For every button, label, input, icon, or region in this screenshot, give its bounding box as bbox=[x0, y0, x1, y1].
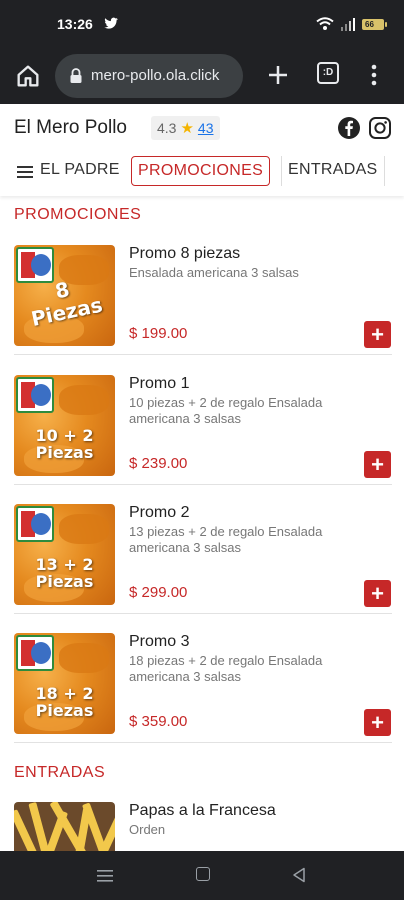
image-text: 13 + 2 bbox=[35, 555, 94, 574]
product-card[interactable]: Papas a la Francesa Orden bbox=[14, 802, 392, 851]
battery-icon: 66 bbox=[362, 18, 387, 30]
product-name: Promo 1 bbox=[129, 375, 190, 392]
hamburger-icon[interactable] bbox=[17, 166, 33, 178]
site-header: El Mero Pollo 4.3 ★ 43 EL PADRE PROMOCIO… bbox=[0, 104, 404, 196]
star-icon: ★ bbox=[180, 120, 194, 137]
product-description: 10 piezas + 2 de regalo Ensalada america… bbox=[129, 395, 323, 426]
brand-logo bbox=[16, 377, 54, 413]
browser-toolbar: mero-pollo.ola.click :D bbox=[0, 48, 404, 104]
facebook-icon[interactable] bbox=[337, 116, 361, 140]
new-tab-plus-icon[interactable] bbox=[263, 60, 293, 90]
brand-logo bbox=[16, 506, 54, 542]
image-text: Piezas bbox=[35, 701, 94, 720]
image-text: 18 + 2 bbox=[35, 684, 94, 703]
add-to-cart-button[interactable]: + bbox=[364, 451, 391, 478]
section-title-entradas: ENTRADAS bbox=[14, 764, 106, 781]
product-image: 18 + 2 Piezas bbox=[14, 633, 115, 734]
rating-count[interactable]: 43 bbox=[198, 120, 214, 136]
product-name: Promo 2 bbox=[129, 504, 190, 521]
product-card[interactable]: 10 + 2 Piezas Promo 1 10 piezas + 2 de r… bbox=[14, 375, 392, 485]
address-bar[interactable]: mero-pollo.ola.click bbox=[55, 54, 243, 98]
system-nav-bar bbox=[0, 851, 404, 900]
product-name: Promo 3 bbox=[129, 633, 190, 650]
product-card[interactable]: 18 + 2 Piezas Promo 3 18 piezas + 2 de r… bbox=[14, 633, 392, 743]
overflow-menu-icon[interactable] bbox=[364, 60, 384, 90]
product-price: $ 199.00 bbox=[129, 325, 188, 342]
tab-el-padre[interactable]: EL PADRE bbox=[40, 156, 120, 186]
image-text: Piezas bbox=[35, 572, 94, 591]
product-description: Orden bbox=[129, 822, 166, 837]
add-to-cart-button[interactable]: + bbox=[364, 321, 391, 348]
back-icon[interactable] bbox=[292, 867, 306, 883]
site-name: El Mero Pollo bbox=[14, 117, 127, 138]
product-price: $ 359.00 bbox=[129, 713, 188, 730]
product-image: 10 + 2 Piezas bbox=[14, 375, 115, 476]
product-price: $ 239.00 bbox=[129, 455, 188, 472]
status-bar: 13:26 66 bbox=[0, 0, 404, 48]
image-text: Piezas bbox=[35, 443, 94, 462]
rating-value: 4.3 bbox=[157, 120, 177, 136]
image-text: 10 + 2 bbox=[35, 426, 94, 445]
product-card[interactable]: 8 Piezas Promo 8 piezas Ensalada america… bbox=[14, 245, 392, 355]
home-icon[interactable] bbox=[14, 62, 42, 90]
instagram-icon[interactable] bbox=[368, 116, 392, 140]
home-nav-icon[interactable] bbox=[196, 867, 210, 881]
recents-icon[interactable] bbox=[97, 869, 113, 883]
product-image: 8 Piezas bbox=[14, 245, 115, 346]
lock-icon bbox=[70, 68, 82, 83]
add-to-cart-button[interactable]: + bbox=[364, 709, 391, 736]
brand-logo bbox=[16, 635, 54, 671]
tab-entradas[interactable]: ENTRADAS bbox=[281, 156, 385, 186]
twitter-bird-icon bbox=[104, 17, 118, 29]
section-title-promociones: PROMOCIONES bbox=[14, 206, 142, 223]
rating-chip[interactable]: 4.3 ★ 43 bbox=[151, 116, 220, 140]
tab-promociones[interactable]: PROMOCIONES bbox=[131, 156, 271, 186]
category-nav: EL PADRE PROMOCIONES ENTRADAS bbox=[0, 154, 404, 190]
signal-icon bbox=[341, 18, 355, 31]
product-card[interactable]: 13 + 2 Piezas Promo 2 13 piezas + 2 de r… bbox=[14, 504, 392, 614]
tab-switcher-icon[interactable]: :D bbox=[317, 62, 339, 84]
product-image: 13 + 2 Piezas bbox=[14, 504, 115, 605]
status-icons: 66 bbox=[316, 15, 387, 33]
wifi-icon bbox=[316, 17, 334, 30]
status-time: 13:26 bbox=[57, 16, 93, 32]
product-price: $ 299.00 bbox=[129, 584, 188, 601]
product-description: 13 piezas + 2 de regalo Ensalada america… bbox=[129, 524, 323, 555]
product-name: Papas a la Francesa bbox=[129, 802, 276, 819]
product-description: Ensalada americana 3 salsas bbox=[129, 265, 299, 280]
url-text: mero-pollo.ola.click bbox=[91, 67, 220, 84]
product-image bbox=[14, 802, 115, 851]
product-name: Promo 8 piezas bbox=[129, 245, 241, 262]
add-to-cart-button[interactable]: + bbox=[364, 580, 391, 607]
brand-logo bbox=[16, 247, 54, 283]
product-description: 18 piezas + 2 de regalo Ensalada america… bbox=[129, 653, 323, 684]
